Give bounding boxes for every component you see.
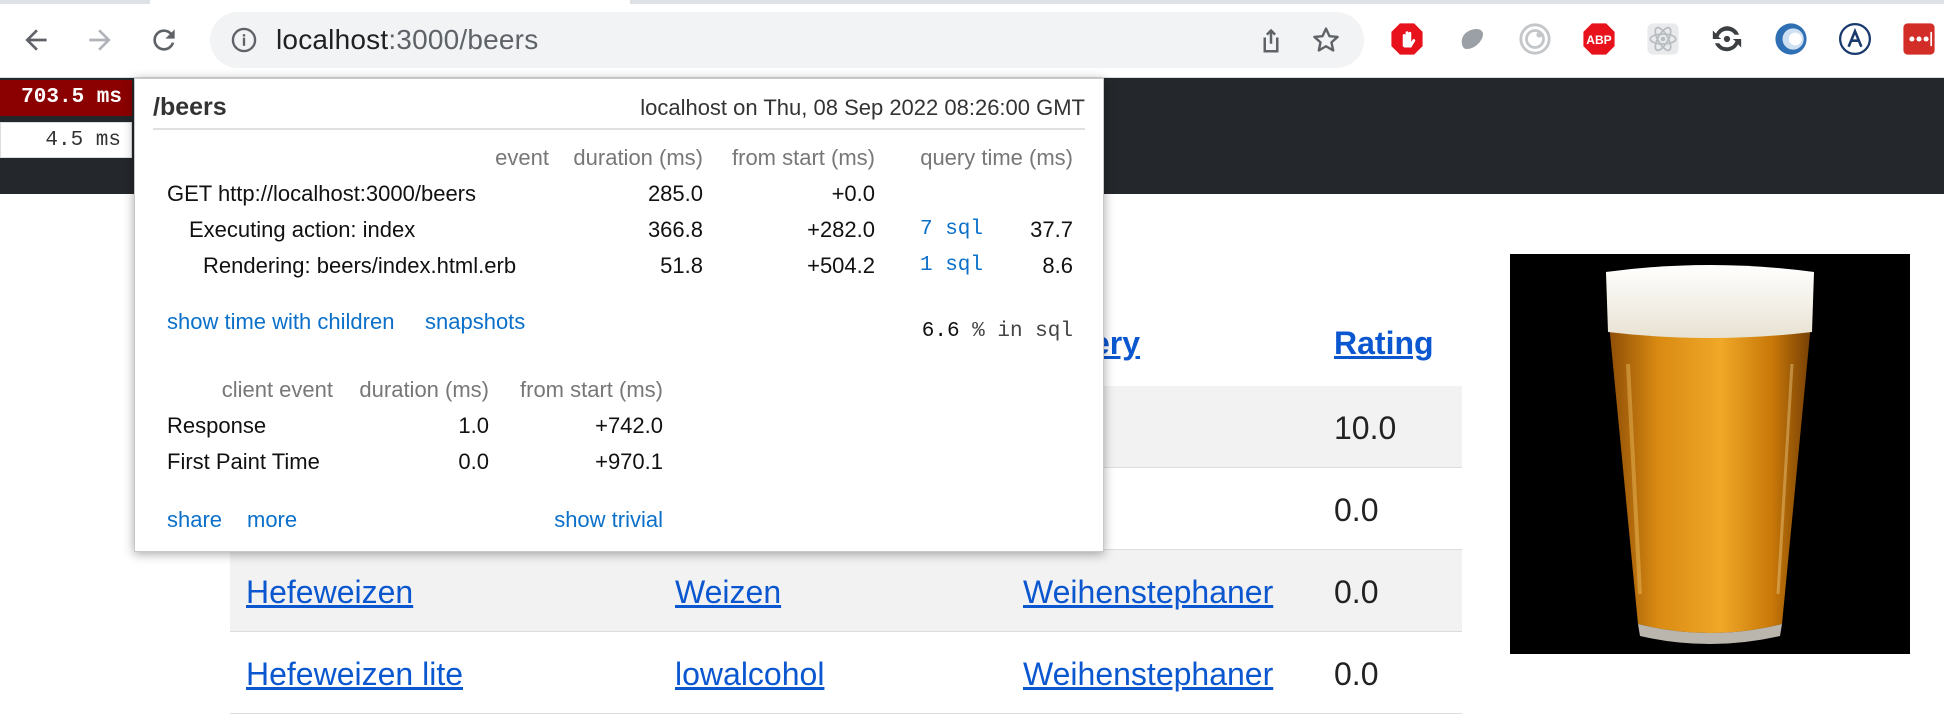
bookmark-star-icon[interactable] — [1310, 24, 1342, 56]
back-arrow-icon — [25, 29, 47, 51]
rating-cell: 0.0 — [1334, 656, 1379, 692]
share-link[interactable]: share — [167, 507, 222, 533]
share-icon[interactable] — [1256, 25, 1286, 55]
more-link[interactable]: more — [247, 507, 297, 533]
a-extension-icon[interactable] — [1838, 22, 1872, 56]
timing-event: GET http://localhost:3000/beers — [167, 181, 476, 206]
timing-duration: 285.0 — [647, 181, 703, 206]
sql-queries-link[interactable]: 7 sql — [920, 217, 983, 243]
timing-from-start: +504.2 — [807, 253, 875, 278]
url-host: localhost — [276, 24, 389, 55]
client-event: First Paint Time — [167, 449, 320, 474]
profiler-machine-info: localhost on Thu, 08 Sep 2022 08:26:00 G… — [640, 95, 1085, 120]
show-trivial-link[interactable]: show trivial — [554, 507, 663, 533]
rating-cell: 0.0 — [1334, 492, 1379, 528]
header-duration: duration (ms) — [573, 145, 703, 170]
header-query-time: query time (ms) — [920, 145, 1073, 170]
tab-strip-edge — [0, 0, 1944, 4]
client-header-event: client event — [221, 377, 333, 402]
timing-query-time: 8.6 — [1042, 253, 1073, 278]
table-row: Hefeweizen lite lowalcohol Weihenstephan… — [230, 632, 1462, 714]
profiler-badge-secondary[interactable]: 4.5 ms — [0, 122, 132, 158]
timing-duration: 51.8 — [660, 253, 703, 278]
client-from-start: +742.0 — [595, 413, 663, 438]
percent-sql-value: 6.6 — [921, 320, 960, 343]
reload-icon — [153, 29, 175, 51]
timing-from-start: +282.0 — [807, 217, 875, 242]
client-header-duration: duration (ms) — [359, 377, 489, 402]
header-event: event — [495, 145, 549, 170]
table-row: Hefeweizen Weizen Weihenstephaner 0.0 — [230, 550, 1462, 632]
beer-style-link[interactable]: Weizen — [675, 572, 781, 612]
circle-extension-icon[interactable] — [1774, 22, 1808, 56]
client-header-from-start: from start (ms) — [520, 377, 663, 402]
client-from-start: +970.1 — [595, 449, 663, 474]
snapshots-link[interactable]: snapshots — [425, 309, 525, 335]
forward-button[interactable] — [78, 18, 122, 62]
privacy-badger-icon[interactable] — [1518, 22, 1552, 56]
rating-cell: 0.0 — [1334, 574, 1379, 610]
profiler-badge-main[interactable]: 703.5 ms — [0, 80, 132, 116]
profiler-request-name: /beers — [153, 93, 227, 121]
beer-glass-image — [1510, 254, 1910, 654]
address-bar[interactable]: localhost:3000/beers — [210, 12, 1364, 68]
url-text[interactable]: localhost:3000/beers — [276, 25, 538, 55]
timing-event: Rendering: beers/index.html.erb — [203, 253, 517, 278]
sync-icon[interactable] — [1710, 22, 1744, 56]
ghostery-icon[interactable] — [1456, 22, 1490, 56]
react-devtools-icon[interactable] — [1646, 22, 1680, 56]
percent-sql-suffix: % in sql — [972, 320, 1073, 343]
url-path: :3000/beers — [388, 24, 539, 55]
back-button[interactable] — [14, 18, 58, 62]
beer-name-link[interactable]: Hefeweizen — [246, 572, 413, 612]
profiler-divider — [153, 128, 1085, 130]
percent-in-sql: 6.6 % in sql — [922, 319, 1073, 345]
adblock-icon[interactable] — [1390, 22, 1424, 56]
abp-icon[interactable]: ABP — [1582, 22, 1616, 56]
timing-from-start: +0.0 — [831, 181, 875, 206]
sql-queries-link[interactable]: 1 sql — [920, 253, 983, 279]
header-from-start: from start (ms) — [732, 145, 875, 170]
client-duration: 1.0 — [458, 413, 489, 438]
site-info-icon[interactable] — [230, 26, 258, 54]
brewery-link[interactable]: Weihenstephaner — [1023, 572, 1273, 612]
client-event: Response — [167, 413, 267, 438]
rating-cell: 10.0 — [1334, 410, 1397, 446]
reload-button[interactable] — [142, 18, 186, 62]
show-time-with-children-link[interactable]: show time with children — [167, 309, 394, 335]
client-duration: 0.0 — [458, 449, 489, 474]
rating-column-header[interactable]: Rating — [1334, 325, 1434, 362]
brewery-link[interactable]: Weihenstephaner — [1023, 654, 1273, 694]
browser-toolbar: localhost:3000/beers ABP — [0, 0, 1944, 78]
forward-arrow-icon — [89, 29, 111, 51]
timing-event: Executing action: index — [189, 217, 416, 242]
lastpass-icon[interactable] — [1902, 22, 1936, 56]
profiler-popup: /beers localhost on Thu, 08 Sep 2022 08:… — [134, 78, 1104, 552]
timing-duration: 366.8 — [647, 217, 703, 242]
abp-label: ABP — [1586, 33, 1611, 47]
beer-style-link[interactable]: lowalcohol — [675, 654, 824, 694]
beer-name-link[interactable]: Hefeweizen lite — [246, 654, 463, 694]
timing-query-time: 37.7 — [1030, 217, 1073, 242]
